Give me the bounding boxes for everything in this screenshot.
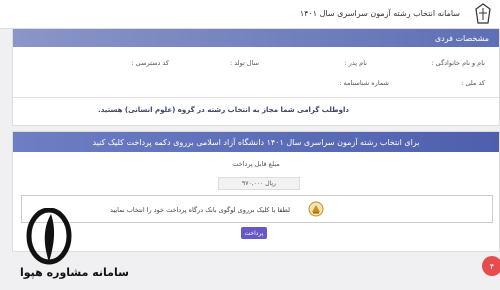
payment-card: برای انتخاب رشته آزمون سراسری سال ۱۴۰۱ د…	[12, 131, 500, 252]
bank-gateway-box: لطفا با کلیک برروی لوگوی بانک درگاه پردا…	[21, 195, 493, 223]
hopa-quill-logo-icon	[26, 208, 72, 265]
university-emblem-icon	[475, 3, 491, 24]
top-bar: سامانه انتخاب رشته آزمون سراسری سال ۱۴۰۱	[0, 0, 500, 29]
full-name-label: نام و نام خانوادگی :	[431, 59, 485, 67]
father-name-label: نام پدر :	[344, 59, 368, 67]
bank-melli-logo-icon[interactable]	[308, 201, 324, 217]
amount-field: ۹۷۰,۰۰۰ ریال	[218, 177, 300, 190]
app-title: سامانه انتخاب رشته آزمون سراسری سال ۱۴۰۱	[299, 9, 460, 18]
amount-label: مبلغ قابل پرداخت	[232, 160, 280, 168]
section-title: مشخصات فردی	[13, 29, 499, 47]
access-code-label: کد دسترسی :	[131, 59, 169, 67]
personal-info-card: مشخصات فردی نام و نام خانوادگی : نام پدر…	[12, 28, 500, 126]
divider	[13, 97, 499, 98]
payment-banner: برای انتخاب رشته آزمون سراسری سال ۱۴۰۱ د…	[13, 132, 499, 152]
id-number-label: شماره شناسنامه :	[339, 79, 389, 87]
eligibility-notice: داوطلب گرامی شما مجاز به انتخاب رشته در …	[98, 106, 349, 114]
birth-year-label: سال تولد :	[229, 59, 259, 67]
pay-button[interactable]: پرداخت	[241, 227, 267, 239]
bank-instruction: لطفا با کلیک برروی لوگوی بانک درگاه پردا…	[109, 206, 290, 214]
floating-action-button[interactable]: ۴	[482, 256, 500, 276]
watermark-text: سامانه مشاوره هپوا	[20, 266, 129, 279]
national-code-label: کد ملی :	[461, 79, 485, 87]
